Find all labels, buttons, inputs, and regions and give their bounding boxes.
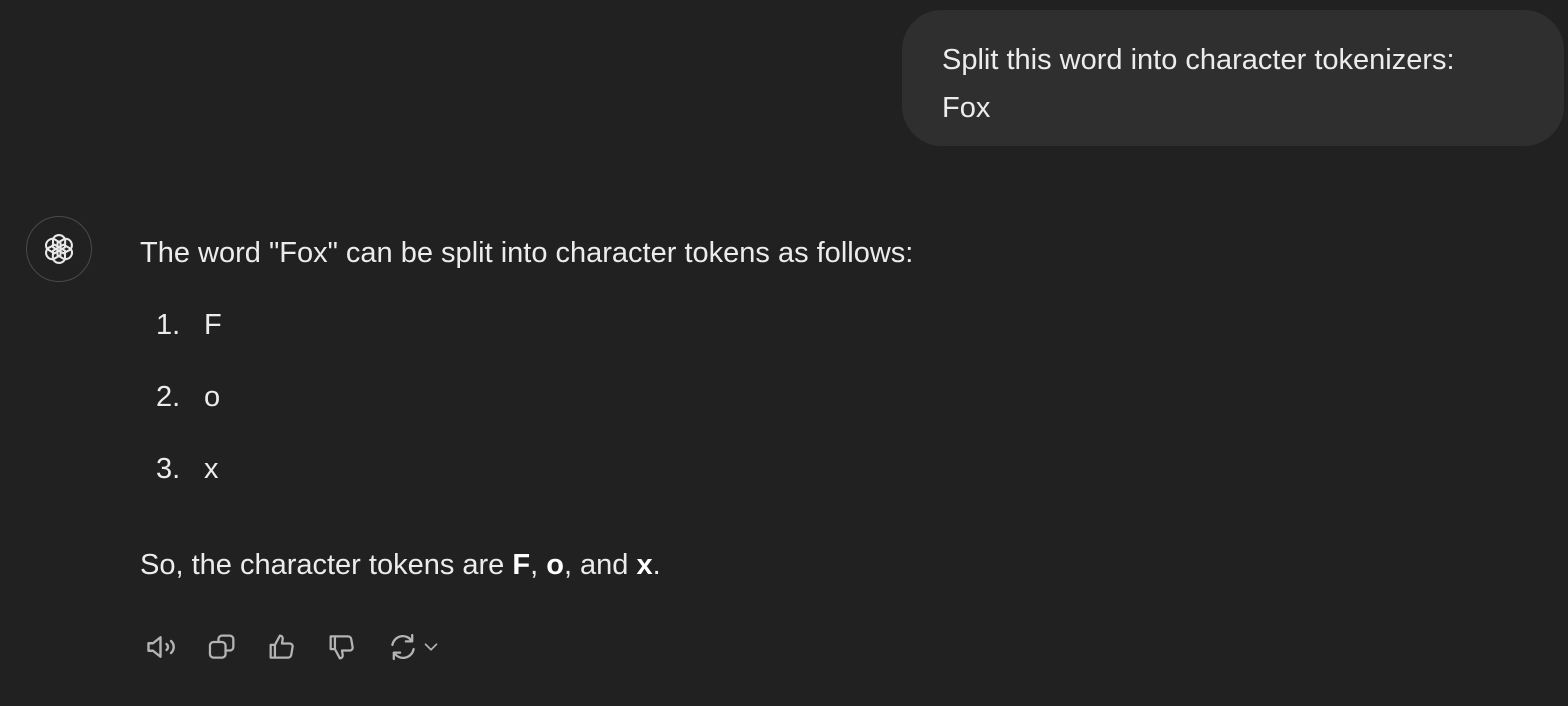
list-item-number: 3.: [156, 453, 181, 485]
summary-token-o: o: [546, 549, 564, 581]
user-message-line-1: Split this word into character tokenizer…: [942, 44, 1455, 76]
user-message-line-2: Fox: [942, 92, 991, 124]
summary-separator: ,: [530, 549, 547, 581]
thumbs-down-icon: [329, 635, 354, 660]
list-item: 1. F: [140, 276, 1440, 348]
summary-token-x: x: [636, 549, 653, 581]
message-actions: [140, 624, 464, 670]
speaker-icon: [147, 636, 175, 658]
bad-response-button[interactable]: [320, 625, 364, 669]
summary-prefix: So, the character tokens are: [140, 549, 513, 581]
list-item-token: F: [204, 309, 222, 341]
chevron-down-icon: [424, 643, 438, 651]
read-aloud-button[interactable]: [140, 625, 184, 669]
openai-logo-icon: [44, 234, 74, 264]
list-item-token: o: [204, 381, 221, 413]
list-item-number: 2.: [156, 381, 181, 413]
token-list: 1. F 2. o 3. x: [140, 276, 1440, 492]
copy-icon: [208, 634, 235, 659]
user-message-bubble: Split this word into character tokenizer…: [902, 10, 1564, 146]
copy-button[interactable]: [200, 625, 244, 669]
regenerate-icon: [391, 633, 415, 661]
list-item-number: 1.: [156, 309, 181, 341]
regenerate-button[interactable]: [380, 625, 448, 669]
assistant-reply: The word "Fox" can be split into charact…: [140, 230, 1440, 581]
reply-summary: So, the character tokens are F, o, and x…: [140, 542, 661, 588]
summary-token-f: F: [512, 549, 531, 581]
reply-intro: The word "Fox" can be split into charact…: [140, 237, 914, 269]
list-item: 3. x: [140, 420, 1440, 492]
list-item-token: x: [204, 453, 219, 485]
summary-separator: , and: [563, 549, 637, 581]
summary-suffix: .: [652, 549, 661, 581]
thumbs-up-icon: [269, 634, 294, 659]
assistant-avatar: [26, 216, 92, 282]
chat-page: Split this word into character tokenizer…: [0, 0, 1568, 706]
list-item: 2. o: [140, 348, 1440, 420]
good-response-button[interactable]: [260, 625, 304, 669]
